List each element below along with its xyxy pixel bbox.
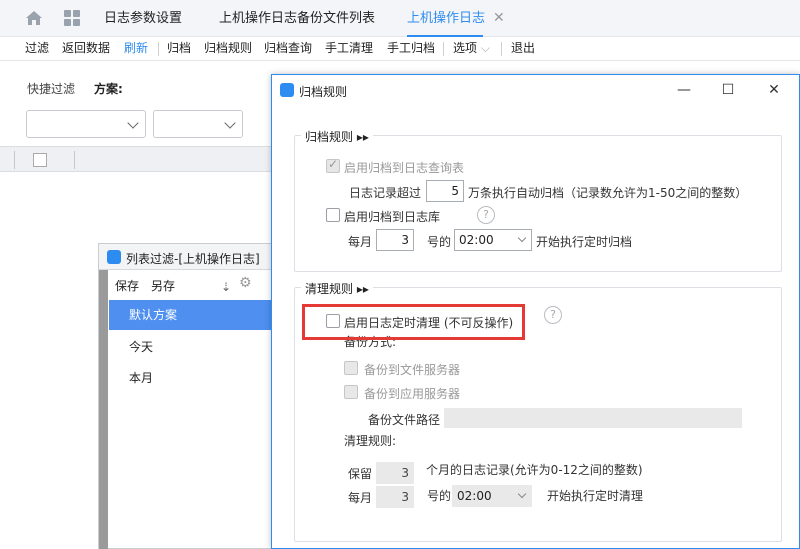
- home-icon[interactable]: [25, 10, 43, 26]
- filter-button[interactable]: 过滤: [25, 37, 49, 61]
- archive-rule-button[interactable]: 归档规则: [204, 37, 252, 61]
- enable-query-table-checkbox[interactable]: [326, 157, 340, 173]
- manual-cleanup-button[interactable]: 手工清理: [325, 37, 373, 61]
- help-icon[interactable]: ?: [477, 206, 495, 224]
- cleanup-time-select[interactable]: 02:00: [452, 485, 532, 507]
- backup-file-server-label: 备份到文件服务器: [364, 363, 461, 377]
- archive-day-suffix: 号的: [427, 235, 452, 249]
- chevron-down-icon: [224, 117, 236, 129]
- backup-app-server-checkbox[interactable]: [344, 385, 358, 399]
- keep-label: 保留: [348, 467, 373, 481]
- maximize-icon[interactable]: ☐: [708, 79, 748, 101]
- app-icon: [280, 83, 294, 97]
- sort-icon[interactable]: ⇣: [221, 280, 231, 294]
- list-item[interactable]: 今天: [109, 332, 273, 362]
- dialog-titlebar[interactable]: 归档规则 — ☐ ✕: [272, 75, 799, 105]
- manual-archive-button[interactable]: 手工归档: [387, 37, 435, 61]
- highlight-box: [302, 304, 525, 340]
- archive-time-select[interactable]: 02:00: [454, 229, 532, 251]
- archive-time-value: 02:00: [459, 233, 494, 247]
- save-button[interactable]: 保存: [115, 277, 139, 294]
- record-count-input[interactable]: 5: [426, 180, 464, 202]
- scheme-select[interactable]: [153, 110, 243, 138]
- select-all-checkbox[interactable]: [33, 153, 47, 167]
- list-item[interactable]: 默认方案: [109, 300, 273, 330]
- toolbar-divider: [158, 42, 159, 56]
- archive-start-label: 开始执行定时归档: [536, 235, 633, 249]
- options-label: 选项: [453, 41, 478, 55]
- chevron-down-icon: [517, 233, 527, 243]
- cleanup-day-suffix: 号的: [427, 489, 452, 503]
- chevron-down-icon: [127, 117, 139, 129]
- backup-file-server-checkbox[interactable]: [344, 361, 358, 375]
- app-icon: [107, 250, 121, 264]
- cleanup-start-label: 开始执行定时清理: [547, 489, 644, 503]
- backup-path-label: 备份文件路径: [368, 413, 441, 427]
- scheme-label: 方案:: [94, 82, 123, 96]
- chevron-down-icon: ⌵: [480, 41, 490, 55]
- backup-path-input[interactable]: [444, 408, 742, 428]
- close-icon[interactable]: ✕: [493, 0, 505, 37]
- cleanup-time-value: 02:00: [457, 489, 492, 503]
- backup-app-server-label: 备份到应用服务器: [364, 387, 461, 401]
- enable-query-table-label: 启用归档到日志查询表: [344, 161, 465, 175]
- column-divider: [74, 151, 75, 169]
- quick-filter-select[interactable]: [26, 110, 146, 138]
- tab-log-params[interactable]: 日志参数设置: [104, 0, 182, 37]
- gear-icon[interactable]: ⚙: [239, 275, 252, 291]
- grid-header: [0, 146, 280, 172]
- column-divider: [14, 151, 15, 169]
- refresh-button[interactable]: 刷新: [124, 37, 148, 61]
- keep-months-input[interactable]: 3: [376, 462, 414, 484]
- record-hint-label: 万条执行自动归档（记录数允许为1-50之间的整数）: [468, 186, 748, 200]
- list-filter-scroll-strip: [99, 270, 108, 549]
- tab-operation-log-label: 上机操作日志: [407, 11, 486, 26]
- tab-backup-list[interactable]: 上机操作日志备份文件列表: [219, 0, 375, 37]
- chevron-down-icon: [517, 489, 527, 499]
- cleanup-monthly-label: 每月: [348, 491, 373, 505]
- list-item[interactable]: 本月: [109, 363, 273, 393]
- archive-monthly-label: 每月: [348, 235, 373, 249]
- archive-group-title: 归档规则 ▸▸: [301, 128, 373, 145]
- options-button[interactable]: 选项 ⌵: [453, 37, 490, 61]
- list-filter-title: 列表过滤-[上机操作日志]: [126, 252, 260, 266]
- cleanup-rule-label: 清理规则:: [344, 434, 397, 448]
- archive-day-input[interactable]: 3: [376, 229, 414, 251]
- toolbar-divider: [501, 42, 502, 56]
- record-exceed-label: 日志记录超过: [349, 186, 422, 200]
- archive-query-button[interactable]: 归档查询: [264, 37, 312, 61]
- toolbar-divider: [443, 42, 444, 56]
- cleanup-day-input[interactable]: 3: [376, 486, 414, 508]
- minimize-icon[interactable]: —: [664, 79, 704, 101]
- toolbar: 过滤 返回数据 刷新 归档 归档规则 归档查询 手工清理 手工归档 选项 ⌵ 退…: [0, 37, 800, 61]
- list-filter-titlebar[interactable]: 列表过滤-[上机操作日志]: [99, 244, 274, 270]
- return-data-button[interactable]: 返回数据: [62, 37, 110, 61]
- close-icon[interactable]: ✕: [754, 79, 794, 101]
- keep-hint-label: 个月的日志记录(允许为0-12之间的整数): [426, 463, 643, 477]
- quick-filter-label: 快捷过滤: [27, 82, 76, 96]
- exit-button[interactable]: 退出: [511, 37, 535, 61]
- dialog-title: 归档规则: [299, 85, 348, 99]
- enable-log-db-label: 启用归档到日志库: [344, 210, 441, 224]
- tab-operation-log[interactable]: 上机操作日志 ✕: [407, 0, 507, 37]
- tab-bar: 日志参数设置 上机操作日志备份文件列表 上机操作日志 ✕: [0, 0, 800, 37]
- enable-log-db-checkbox[interactable]: [326, 208, 340, 222]
- help-icon[interactable]: ?: [544, 306, 562, 324]
- save-as-button[interactable]: 另存: [151, 277, 175, 294]
- archive-rule-group: 归档规则 ▸▸: [294, 128, 782, 272]
- cleanup-group-title: 清理规则 ▸▸: [301, 280, 373, 297]
- archive-button[interactable]: 归档: [167, 37, 191, 61]
- list-filter-window: 列表过滤-[上机操作日志] 保存 另存 ⇣ ⚙ 默认方案 今天 本月: [98, 243, 274, 549]
- grid-icon[interactable]: [64, 10, 80, 26]
